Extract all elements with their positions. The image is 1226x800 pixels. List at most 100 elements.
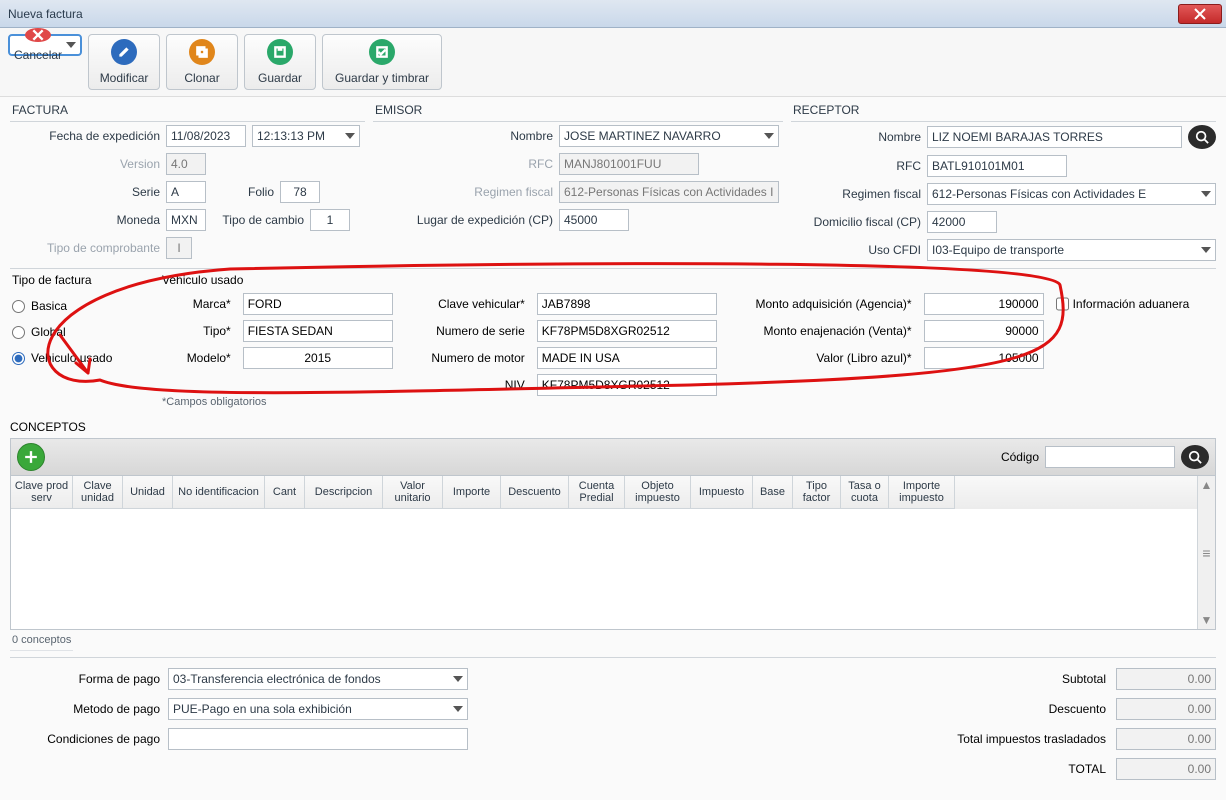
modelo-label: Modelo* <box>160 351 231 365</box>
nummotor-input[interactable] <box>537 347 717 369</box>
emisor-nombre-label: Nombre <box>373 129 553 143</box>
tipo-factura-heading: Tipo de factura <box>10 273 160 293</box>
emisor-rfc-label: RFC <box>373 157 553 171</box>
metodo-pago-label: Metodo de pago <box>10 702 160 716</box>
enaj-input[interactable] <box>924 320 1044 342</box>
copy-icon <box>189 39 215 65</box>
tc-input[interactable] <box>310 209 350 231</box>
col-header[interactable]: Cuenta Predial <box>569 476 625 509</box>
tc-label: Tipo de cambio <box>212 213 304 227</box>
col-header[interactable]: Valor unitario <box>383 476 443 509</box>
codigo-input[interactable] <box>1045 446 1175 468</box>
enaj-label: Monto enajenación (Venta)* <box>729 324 912 338</box>
emisor-heading: EMISOR <box>373 99 783 122</box>
emisor-lugar-input[interactable] <box>559 209 629 231</box>
receptor-uso-select[interactable]: I03-Equipo de transporte <box>927 239 1216 261</box>
scrollbar[interactable]: ▲≡▼ <box>1197 476 1215 629</box>
valor-label: Valor (Libro azul)* <box>729 351 912 365</box>
subtotal-label: Subtotal <box>1062 672 1106 686</box>
adq-input[interactable] <box>924 293 1044 315</box>
condiciones-pago-input[interactable] <box>168 728 468 750</box>
scroll-up-icon: ▲ <box>1201 478 1213 492</box>
niv-input[interactable] <box>537 374 717 396</box>
valor-input[interactable] <box>924 347 1044 369</box>
cancel-button[interactable]: Cancelar <box>8 34 82 56</box>
marca-input[interactable] <box>243 293 393 315</box>
col-header[interactable]: Descuento <box>501 476 569 509</box>
close-icon <box>1194 8 1206 20</box>
conceptos-heading: CONCEPTOS <box>10 418 1216 438</box>
col-header[interactable]: Tasa o cuota <box>841 476 889 509</box>
col-header[interactable]: Objeto impuesto <box>625 476 691 509</box>
modify-button[interactable]: Modificar <box>88 34 160 90</box>
save-button[interactable]: Guardar <box>244 34 316 90</box>
window-title: Nueva factura <box>4 7 1178 21</box>
receptor-uso-label: Uso CFDI <box>791 243 921 257</box>
fecha-label: Fecha de expedición <box>10 129 160 143</box>
clave-label: Clave vehicular* <box>405 297 525 311</box>
receptor-nombre-label: Nombre <box>791 130 921 144</box>
plus-icon <box>24 450 38 464</box>
col-header[interactable]: Unidad <box>123 476 173 509</box>
codigo-search-button[interactable] <box>1181 445 1209 469</box>
col-header[interactable]: Importe impuesto <box>889 476 955 509</box>
tipocomp-input <box>166 237 192 259</box>
receptor-rfc-input[interactable] <box>927 155 1067 177</box>
fecha-date-input[interactable] <box>166 125 246 147</box>
save-stamp-button[interactable]: Guardar y timbrar <box>322 34 442 90</box>
receptor-nombre-input[interactable] <box>927 126 1182 148</box>
moneda-input[interactable] <box>166 209 206 231</box>
emisor-nombre-select[interactable]: JOSE MARTINEZ NAVARRO <box>559 125 779 147</box>
conceptos-toolbar: Código <box>10 438 1216 476</box>
close-button[interactable] <box>1178 4 1222 24</box>
receptor-regimen-label: Regimen fiscal <box>791 187 921 201</box>
receptor-search-button[interactable] <box>1188 125 1216 149</box>
vehiculo-heading: Vehiculo usado <box>160 273 1216 293</box>
clave-input[interactable] <box>537 293 717 315</box>
radio-basica[interactable]: Basica <box>10 293 160 319</box>
title-bar: Nueva factura <box>0 0 1226 28</box>
campos-obligatorios: *Campos obligatorios <box>160 396 1216 408</box>
trasladados-value <box>1116 728 1216 750</box>
receptor-dom-input[interactable] <box>927 211 997 233</box>
tipocomp-label: Tipo de comprobante <box>10 241 160 255</box>
marca-label: Marca* <box>160 297 231 311</box>
conceptos-table: Clave prod servClave unidadUnidadNo iden… <box>10 476 1216 630</box>
search-icon <box>1188 450 1202 464</box>
scroll-down-icon: ▼ <box>1201 613 1213 627</box>
col-header[interactable]: Base <box>753 476 793 509</box>
receptor-rfc-label: RFC <box>791 159 921 173</box>
forma-pago-select[interactable]: 03-Transferencia electrónica de fondos <box>168 668 468 690</box>
radio-vehiculo-usado[interactable]: Vehiculo usado <box>10 345 160 371</box>
fecha-time-select[interactable]: 12:13:13 PM <box>252 125 360 147</box>
col-header[interactable]: Clave prod serv <box>11 476 73 509</box>
serie-input[interactable] <box>166 181 206 203</box>
aduanera-checkbox[interactable]: Información aduanera <box>1056 293 1216 315</box>
col-header[interactable]: Descripcion <box>305 476 383 509</box>
emisor-rfc-input <box>559 153 699 175</box>
col-header[interactable]: Clave unidad <box>73 476 123 509</box>
add-concepto-button[interactable] <box>17 443 45 471</box>
clone-button[interactable]: Clonar <box>166 34 238 90</box>
col-header[interactable]: Tipo factor <box>793 476 841 509</box>
metodo-pago-select[interactable]: PUE-Pago en una sola exhibición <box>168 698 468 720</box>
tipo-input[interactable] <box>243 320 393 342</box>
numserie-label: Numero de serie <box>405 324 525 338</box>
condiciones-pago-label: Condiciones de pago <box>10 732 160 746</box>
col-header[interactable]: No identificacion <box>173 476 265 509</box>
numserie-input[interactable] <box>537 320 717 342</box>
folio-input[interactable] <box>280 181 320 203</box>
col-header[interactable]: Impuesto <box>691 476 753 509</box>
forma-pago-label: Forma de pago <box>10 672 160 686</box>
modelo-input[interactable] <box>243 347 393 369</box>
trasladados-label: Total impuestos trasladados <box>957 732 1106 746</box>
toolbar: Cancelar Modificar Clonar Guardar Guarda… <box>0 28 1226 97</box>
radio-global[interactable]: Global <box>10 319 160 345</box>
receptor-regimen-select[interactable]: 612-Personas Físicas con Actividades E <box>927 183 1216 205</box>
subtotal-value <box>1116 668 1216 690</box>
conceptos-count: 0 conceptos <box>10 630 73 651</box>
stamp-icon <box>369 39 395 65</box>
col-header[interactable]: Cant <box>265 476 305 509</box>
receptor-dom-label: Domicilio fiscal (CP) <box>791 215 921 229</box>
col-header[interactable]: Importe <box>443 476 501 509</box>
